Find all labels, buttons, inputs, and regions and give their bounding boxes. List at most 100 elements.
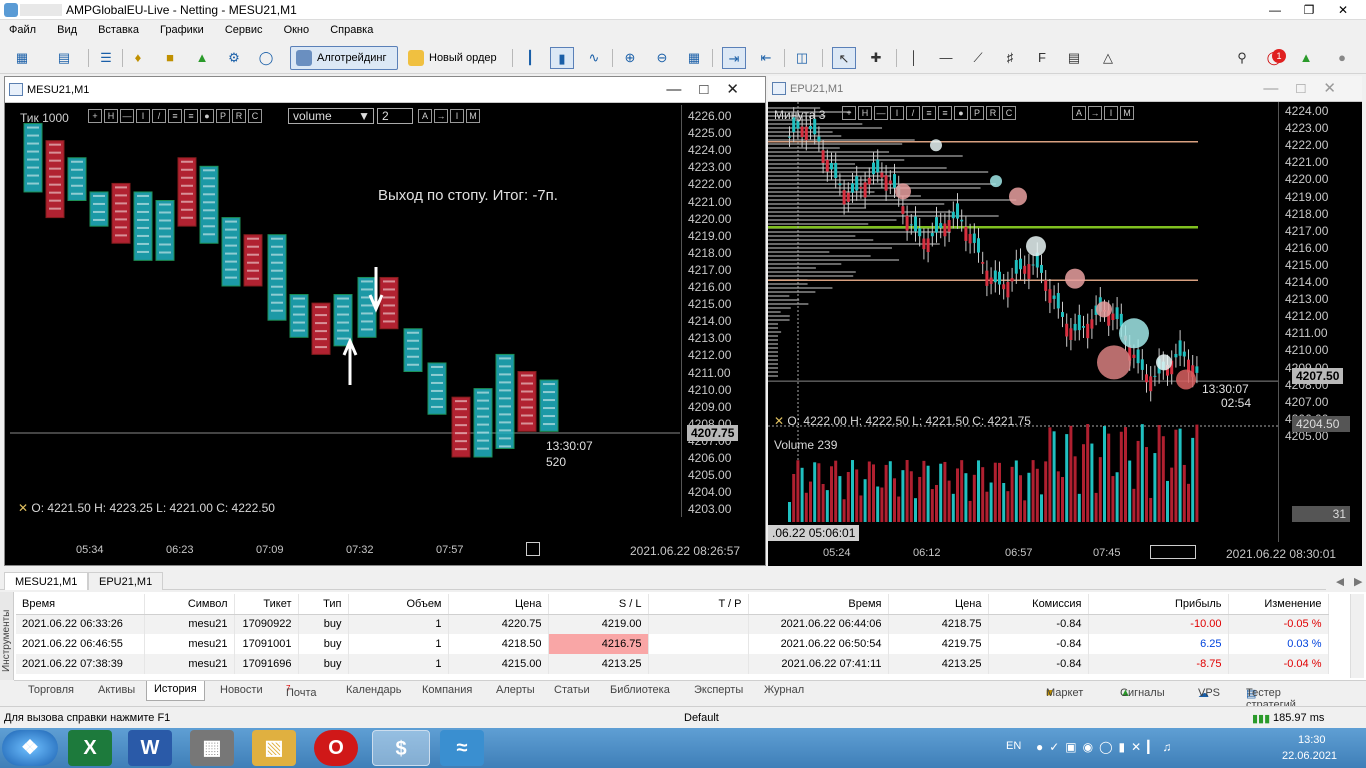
explorer-taskbar-icon[interactable]: ▧ — [252, 730, 296, 766]
language-indicator[interactable]: EN — [1006, 740, 1021, 752]
column-header[interactable]: Цена — [888, 594, 989, 615]
scroll-box[interactable] — [526, 542, 540, 556]
trend-line-icon[interactable]: ⟋ — [966, 47, 990, 69]
menu-window[interactable]: Окно — [275, 20, 319, 36]
menu-tools[interactable]: Сервис — [216, 20, 272, 36]
menu-file[interactable]: Файл — [0, 20, 45, 36]
chart-tool-panel[interactable]: + H — I / ≡ ≡ ● P R C — [88, 109, 262, 123]
table-row[interactable]: 2021.06.22 06:33:26 mesu21 17090922 buy 1 422… — [16, 614, 1329, 634]
chart-window-epu21[interactable]: EPU21,M1 —□✕ Минута 3 + H — I / ≡ ≡ ● P R C A → I M 1… — [768, 76, 1362, 566]
chart-tool-panel-2[interactable]: A → I M — [418, 109, 480, 123]
tab-trade[interactable]: Торговля — [28, 684, 74, 696]
crosshair-tool-icon[interactable]: ✕ — [774, 414, 784, 428]
tab-assets[interactable]: Активы — [98, 684, 135, 696]
table-row[interactable]: 2021.06.22 07:38:39 mesu21 17091696 buy 1 421… — [16, 654, 1329, 674]
shop-icon[interactable]: ■ — [158, 47, 182, 69]
chart-plot-area[interactable]: Тик 1000 + H — I / ≡ ≡ ● P R C volume ▼ 2 A → I M Выхо… — [10, 105, 680, 517]
tab-mail[interactable]: Почта 7 — [286, 684, 317, 699]
zoom-in-icon[interactable]: ⊕ — [618, 47, 642, 69]
new-order-button[interactable]: Новый ордер — [402, 46, 506, 70]
column-header[interactable]: Тип — [298, 594, 349, 615]
vertical-line-icon[interactable]: │ — [902, 47, 926, 69]
column-header[interactable]: Объем — [348, 594, 449, 615]
chart-window-mesu21[interactable]: MESU21,M1 —□✕ Тик 1000 + H — I / ≡ ≡ ● P R C volum… — [4, 76, 766, 566]
text-icon[interactable]: ▤ — [1062, 47, 1086, 69]
opera-taskbar-icon[interactable]: O — [314, 730, 358, 766]
excel-taskbar-icon[interactable]: X — [68, 730, 112, 766]
column-header[interactable]: S / L — [548, 594, 649, 615]
column-header[interactable]: Цена — [448, 594, 549, 615]
tab-mesu21[interactable]: MESU21,M1 — [4, 572, 89, 590]
signals-icon[interactable]: ▲ — [190, 47, 214, 69]
metatrader-taskbar-icon[interactable]: $ — [372, 730, 430, 766]
minimize-icon[interactable]: — — [1258, 0, 1292, 20]
tab-company[interactable]: Компания — [422, 684, 472, 696]
column-header[interactable]: Символ — [144, 594, 235, 615]
tab-calendar[interactable]: Календарь — [346, 684, 402, 696]
menu-charts[interactable]: Графики — [151, 20, 213, 36]
table-row[interactable]: 2021.06.22 06:46:55 mesu21 17091001 buy 1 421… — [16, 634, 1329, 654]
bar-chart-icon[interactable]: ┃ — [518, 47, 542, 69]
tray-icons[interactable]: ●✓▣◉◯▮✕▎♫ — [1036, 740, 1177, 754]
tab-articles[interactable]: Статьи — [554, 684, 590, 696]
chart-plot-area[interactable]: Минута 3 + H — I / ≡ ≡ ● P R C A → I M 13:30:07 02:54… — [768, 102, 1278, 542]
horizontal-line-icon[interactable]: — — [934, 47, 958, 69]
indicator-select[interactable]: volume ▼ — [288, 108, 374, 124]
start-button[interactable]: ❖ — [2, 730, 58, 766]
zoom-out-icon[interactable]: ⊖ — [650, 47, 674, 69]
column-header[interactable]: Тикет — [234, 594, 299, 615]
fibo-icon[interactable]: F — [1030, 47, 1054, 69]
search-people-icon[interactable]: ◯ — [254, 47, 278, 69]
maximize-icon[interactable]: ❐ — [1292, 0, 1326, 20]
search-icon[interactable]: ⚲ — [1230, 47, 1254, 69]
chart-tool-panel[interactable]: + H — I / ≡ ≡ ● P R C — [842, 106, 1016, 120]
column-header[interactable]: T / P — [648, 594, 749, 615]
word-taskbar-icon[interactable]: W — [128, 730, 172, 766]
algo-trading-button[interactable]: Алготрейдинг — [290, 46, 398, 70]
autoscroll-icon[interactable]: ⇥ — [722, 47, 746, 69]
menu-help[interactable]: Справка — [321, 20, 382, 36]
column-header[interactable]: Время — [16, 594, 145, 615]
line-chart-icon[interactable]: ∿ — [582, 47, 606, 69]
vps-icon[interactable]: ⚙ — [222, 47, 246, 69]
toolbox-side-label[interactable]: Инструменты — [0, 592, 14, 680]
data-icon[interactable]: ♦ — [126, 47, 150, 69]
avatar[interactable]: ● — [1330, 47, 1354, 69]
tab-epu21[interactable]: EPU21,M1 — [88, 572, 164, 590]
tab-experts[interactable]: Эксперты — [694, 684, 743, 696]
chart-shift-icon[interactable]: ⇤ — [754, 47, 778, 69]
crosshair-tool-icon[interactable]: ✕ — [18, 501, 28, 515]
channel-icon[interactable]: ♯ — [998, 47, 1022, 69]
cursor-icon[interactable]: ↖ — [832, 47, 856, 69]
calculator-taskbar-icon[interactable]: ▦ — [190, 730, 234, 766]
tab-news[interactable]: Новости — [220, 684, 263, 696]
profiles-icon[interactable]: ▤ — [52, 47, 76, 69]
tab-alerts[interactable]: Алерты — [496, 684, 535, 696]
menu-insert[interactable]: Вставка — [89, 20, 148, 36]
chart-window-buttons[interactable]: —□✕ — [1263, 79, 1354, 97]
close-icon[interactable]: ✕ — [1326, 0, 1360, 20]
table-scrollbar[interactable] — [1350, 594, 1364, 678]
network-taskbar-icon[interactable]: ≈ — [440, 730, 484, 766]
tabs-scroll-right-icon[interactable]: ▶ — [1344, 572, 1366, 590]
market-watch-icon[interactable]: ☰ — [94, 47, 118, 69]
candle-chart-icon[interactable]: ▮ — [550, 47, 574, 69]
shapes-icon[interactable]: △ — [1096, 47, 1120, 69]
tile-windows-icon[interactable]: ▦ — [682, 47, 706, 69]
column-header[interactable]: Комиссия — [988, 594, 1089, 615]
column-header[interactable]: Время — [748, 594, 889, 615]
column-header[interactable]: Прибыль — [1088, 594, 1229, 615]
tab-library[interactable]: Библиотека — [610, 684, 670, 696]
new-chart-icon[interactable]: ▦ — [10, 47, 34, 69]
indicator-stepper[interactable]: 2 — [377, 108, 413, 124]
indicators-icon[interactable]: ◫ — [790, 47, 814, 69]
chart-tool-panel-2[interactable]: A → I M — [1072, 106, 1134, 120]
menu-view[interactable]: Вид — [48, 20, 86, 36]
chart-window-buttons[interactable]: —□✕ — [666, 80, 757, 98]
scroll-box[interactable] — [1150, 545, 1196, 559]
tab-history[interactable]: История — [146, 681, 205, 701]
column-header[interactable]: Изменение — [1228, 594, 1329, 615]
tab-journal[interactable]: Журнал — [764, 684, 804, 696]
level-icon[interactable]: ▲ — [1294, 47, 1318, 69]
crosshair-icon[interactable]: ✚ — [864, 47, 888, 69]
